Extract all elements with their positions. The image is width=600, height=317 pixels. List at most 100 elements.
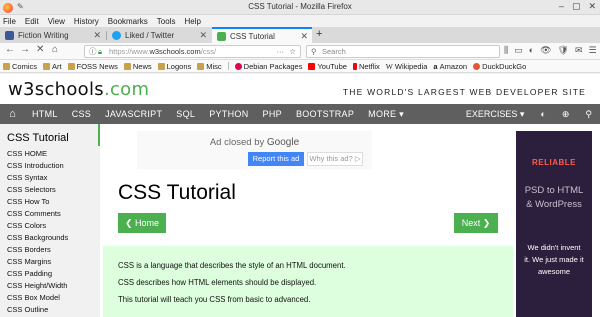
nav-more[interactable]: MORE ▾ bbox=[361, 109, 411, 120]
sidebar-item-css-margins[interactable]: CSS Margins bbox=[0, 256, 100, 268]
bookmark-netflix[interactable]: Netflix bbox=[352, 62, 380, 71]
sidebar-item-css-borders[interactable]: CSS Borders bbox=[0, 244, 100, 256]
twitter-icon bbox=[112, 31, 121, 40]
sidebar-title: CSS Tutorial bbox=[7, 132, 69, 144]
bookmark-amazon[interactable]: a Amazon bbox=[433, 62, 467, 71]
search-icon: ⚲ bbox=[311, 47, 317, 56]
tab-label: Liked / Twitter bbox=[125, 31, 175, 40]
sidebar-item-css-box-model[interactable]: CSS Box Model bbox=[0, 292, 100, 304]
bookmark-youtube[interactable]: YouTube bbox=[308, 62, 347, 71]
menu-bookmarks[interactable]: Bookmarks bbox=[108, 17, 148, 26]
menu-bar: File Edit View History Bookmarks Tools H… bbox=[0, 15, 600, 27]
close-tab-icon[interactable]: ✕ bbox=[300, 29, 308, 44]
menu-tools[interactable]: Tools bbox=[157, 17, 176, 26]
sidebar-item-css-backgrounds[interactable]: CSS Backgrounds bbox=[0, 232, 100, 244]
main-content: Ad closed by Google Report this ad Why t… bbox=[103, 124, 513, 317]
window-title: CSS Tutorial - Mozilla Firefox bbox=[248, 2, 352, 11]
sidebar-item-css-height-width[interactable]: CSS Height/Width bbox=[0, 280, 100, 292]
extension-icon[interactable]: ◐ bbox=[529, 45, 534, 56]
menu-file[interactable]: File bbox=[3, 17, 16, 26]
tab-css-tutorial[interactable]: CSS Tutorial ✕ bbox=[212, 27, 312, 43]
menu-edit[interactable]: Edit bbox=[25, 17, 39, 26]
hamburger-menu-icon[interactable]: ☰ bbox=[589, 45, 597, 56]
home-button[interactable]: ⌂ bbox=[52, 44, 58, 55]
navigation-toolbar: ← → ✕ ⌂ ⓘ 🔒︎ https://www.w3schools.com/c… bbox=[0, 43, 600, 60]
sidebar-scroll-indicator[interactable] bbox=[98, 124, 100, 146]
maximize-button[interactable]: ▢ bbox=[572, 1, 581, 12]
mail-icon[interactable]: ✉ bbox=[575, 45, 583, 56]
minimize-button[interactable]: ‒ bbox=[559, 1, 564, 12]
translate-globe-icon[interactable]: ⊕ bbox=[562, 109, 570, 120]
ad-headline: PSD to HTML & WordPress bbox=[524, 185, 584, 210]
facebook-icon bbox=[5, 31, 14, 40]
menu-history[interactable]: History bbox=[74, 17, 99, 26]
tab-liked-twitter[interactable]: Liked / Twitter ✕ bbox=[107, 28, 211, 43]
report-ad-button[interactable]: Report this ad bbox=[248, 152, 304, 166]
close-tab-icon[interactable]: ✕ bbox=[199, 28, 207, 43]
tutorial-sidebar: CSS Tutorial CSS HOME CSS Introduction C… bbox=[0, 124, 100, 317]
url-bar[interactable]: ⓘ 🔒︎ https://www.w3schools.com/css/ ··· … bbox=[84, 45, 301, 58]
sidebar-item-css-colors[interactable]: CSS Colors bbox=[0, 220, 100, 232]
nav-python[interactable]: PYTHON bbox=[202, 109, 255, 119]
theme-toggle-icon[interactable]: ◐ bbox=[540, 109, 545, 119]
sidebar-item-css-comments[interactable]: CSS Comments bbox=[0, 208, 100, 220]
tab-fiction-writing[interactable]: Fiction Writing ✕ bbox=[0, 28, 105, 43]
sidebar-item-css-how-to[interactable]: CSS How To bbox=[0, 196, 100, 208]
home-icon[interactable]: ⌂ bbox=[0, 104, 25, 124]
nav-exercises[interactable]: EXERCISES ▾ bbox=[466, 109, 525, 120]
forward-button[interactable]: → bbox=[20, 44, 30, 55]
folder-icon bbox=[43, 62, 51, 70]
close-window-button[interactable]: ✕ bbox=[588, 1, 596, 12]
bookmark-debian-packages[interactable]: Debian Packages bbox=[234, 62, 302, 71]
site-search-icon[interactable]: ⚲ bbox=[585, 109, 592, 120]
bookmark-comics[interactable]: Comics bbox=[3, 62, 37, 71]
bookmark-duckduckgo[interactable]: DuckDuckGo bbox=[473, 62, 526, 71]
shield-icon[interactable]: 🛡 bbox=[558, 45, 569, 56]
closed-ad-panel: Ad closed by Google Report this ad Why t… bbox=[137, 131, 372, 169]
sidebar-item-css-outline[interactable]: CSS Outline bbox=[0, 304, 100, 316]
w3schools-logo[interactable]: w3schools.com bbox=[8, 79, 149, 100]
nav-css[interactable]: CSS bbox=[65, 109, 98, 119]
bookmark-art[interactable]: Art bbox=[43, 62, 62, 71]
nav-php[interactable]: PHP bbox=[256, 109, 289, 119]
library-icon[interactable]: ⫼ bbox=[504, 45, 508, 56]
tab-label: Fiction Writing bbox=[18, 31, 69, 40]
nav-bootstrap[interactable]: BOOTSTRAP bbox=[289, 109, 361, 119]
back-button[interactable]: ← bbox=[5, 44, 15, 55]
stop-button[interactable]: ✕ bbox=[36, 44, 44, 55]
bookmark-misc[interactable]: Misc bbox=[197, 62, 222, 71]
bookmark-news[interactable]: News bbox=[123, 62, 152, 71]
bookmark-foss-news[interactable]: FOSS News bbox=[67, 62, 118, 71]
new-tab-button[interactable]: + bbox=[316, 28, 322, 40]
sidebar-item-css-syntax[interactable]: CSS Syntax bbox=[0, 172, 100, 184]
ad-closed-text: Ad closed by Google bbox=[209, 137, 300, 148]
page-actions-icon[interactable]: ··· bbox=[277, 46, 285, 58]
menu-view[interactable]: View bbox=[48, 17, 65, 26]
search-input[interactable]: ⚲ Search bbox=[306, 45, 500, 58]
nav-javascript[interactable]: JAVASCRIPT bbox=[98, 109, 169, 119]
sidebar-item-css-home[interactable]: CSS HOME bbox=[0, 148, 100, 160]
sidebar-item-css-padding[interactable]: CSS Padding bbox=[0, 268, 100, 280]
sidebar-item-css-selectors[interactable]: CSS Selectors bbox=[0, 184, 100, 196]
privacy-icon[interactable]: 👁 bbox=[540, 45, 551, 56]
side-advertisement[interactable]: RELIABLE PSD to HTML & WordPress We didn'… bbox=[516, 131, 592, 317]
bookmark-wikipedia[interactable]: W Wikipedia bbox=[386, 62, 428, 71]
home-button[interactable]: ❮ Home bbox=[118, 213, 166, 233]
lock-icon[interactable]: 🔒︎ bbox=[98, 46, 102, 58]
sidebar-item-css-introduction[interactable]: CSS Introduction bbox=[0, 160, 100, 172]
intro-paragraph: CSS describes how HTML elements should b… bbox=[118, 278, 317, 287]
bookmarks-toolbar: Comics Art FOSS News News Logons Misc De… bbox=[0, 60, 600, 73]
sidebar-icon[interactable]: ▭ bbox=[514, 45, 523, 56]
web-page: w3schools.com THE WORLD'S LARGEST WEB DE… bbox=[0, 74, 600, 317]
info-icon[interactable]: ⓘ bbox=[89, 46, 97, 58]
bookmark-separator bbox=[227, 62, 229, 70]
bookmark-star-icon[interactable]: ☆ bbox=[289, 46, 296, 58]
nav-sql[interactable]: SQL bbox=[169, 109, 202, 119]
nav-html[interactable]: HTML bbox=[25, 109, 65, 119]
menu-help[interactable]: Help bbox=[184, 17, 200, 26]
why-this-ad-button[interactable]: Why this ad? ▷ bbox=[307, 152, 363, 166]
bookmark-logons[interactable]: Logons bbox=[157, 62, 191, 71]
folder-icon bbox=[123, 62, 131, 70]
next-button[interactable]: Next ❯ bbox=[454, 213, 498, 233]
close-tab-icon[interactable]: ✕ bbox=[93, 28, 101, 43]
